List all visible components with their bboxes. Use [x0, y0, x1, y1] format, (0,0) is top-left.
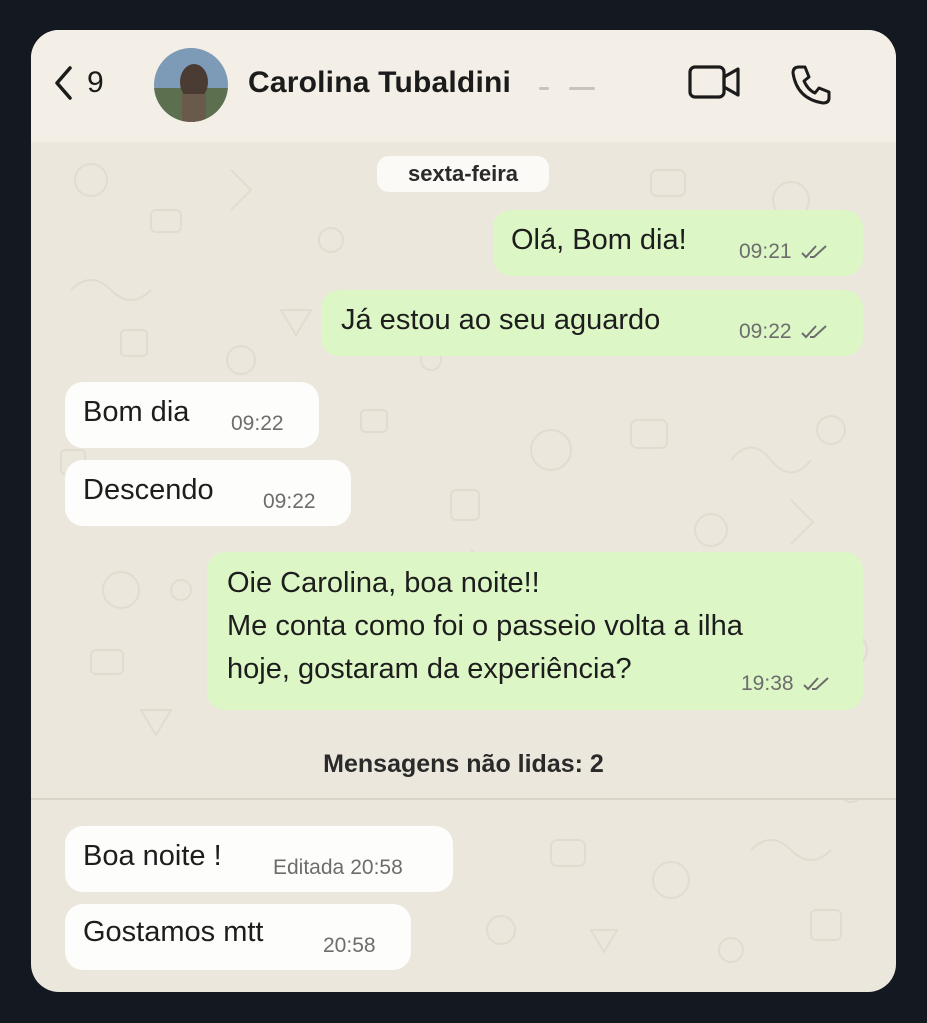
message-time: 20:58 — [323, 934, 376, 957]
divider — [569, 87, 595, 90]
message-meta: 09:21 — [739, 240, 828, 264]
message-time: 09:22 — [231, 412, 284, 435]
date-separator: sexta-feira — [377, 156, 549, 192]
double-check-icon — [800, 325, 827, 339]
message-text: Boa noite ! — [83, 840, 222, 872]
message-text: Olá, Bom dia! — [511, 224, 687, 256]
outgoing-message[interactable]: Olá, Bom dia! 09:21 — [493, 210, 863, 276]
message-time: 09:22 — [263, 490, 316, 513]
video-call-button[interactable] — [687, 62, 741, 107]
message-time: 09:22 — [739, 320, 792, 343]
chevron-left-icon — [55, 66, 72, 100]
avatar[interactable] — [154, 48, 228, 122]
phone-icon — [791, 65, 831, 105]
message-meta: Editada 20:58 — [273, 856, 403, 880]
contact-name[interactable]: Carolina Tubaldini — [248, 66, 511, 100]
chat-header: 9 Carolina Tubaldini — [31, 30, 896, 142]
message-line: Me conta como foi o passeio volta a ilha — [227, 610, 743, 642]
message-meta: 09:22 — [739, 320, 828, 344]
incoming-message[interactable]: Descendo 09:22 — [65, 460, 351, 526]
double-check-icon — [800, 245, 827, 259]
divider — [539, 87, 549, 90]
unread-messages-label: Mensagens não lidas: 2 — [323, 750, 604, 778]
unread-chats-count: 9 — [87, 66, 104, 99]
message-line: hoje, gostaram da experiência? — [227, 653, 632, 685]
message-text: Descendo — [83, 474, 214, 506]
outgoing-message[interactable]: Oie Carolina, boa noite!! Me conta como … — [207, 552, 863, 710]
voice-call-button[interactable] — [789, 63, 833, 112]
outgoing-message[interactable]: Já estou ao seu aguardo 09:22 — [321, 290, 863, 356]
double-check-icon — [802, 677, 829, 691]
message-time: 20:58 — [350, 856, 403, 879]
message-text: Bom dia — [83, 396, 190, 428]
message-line: Oie Carolina, boa noite!! — [227, 567, 540, 599]
incoming-message[interactable]: Gostamos mtt 20:58 — [65, 904, 411, 970]
message-meta: 19:38 — [741, 672, 830, 696]
message-time: 19:38 — [741, 672, 794, 695]
incoming-message[interactable]: Boa noite ! Editada 20:58 — [65, 826, 453, 892]
back-button[interactable]: 9 — [53, 65, 104, 101]
video-camera-icon — [688, 65, 740, 99]
message-time: 09:21 — [739, 240, 792, 263]
edited-label: Editada — [273, 856, 345, 879]
message-text: Já estou ao seu aguardo — [341, 304, 661, 336]
message-text: Gostamos mtt — [83, 916, 264, 948]
chat-window: 9 Carolina Tubaldini sexta-feira Olá, Bo… — [31, 30, 896, 992]
incoming-message[interactable]: Bom dia 09:22 — [65, 382, 319, 448]
